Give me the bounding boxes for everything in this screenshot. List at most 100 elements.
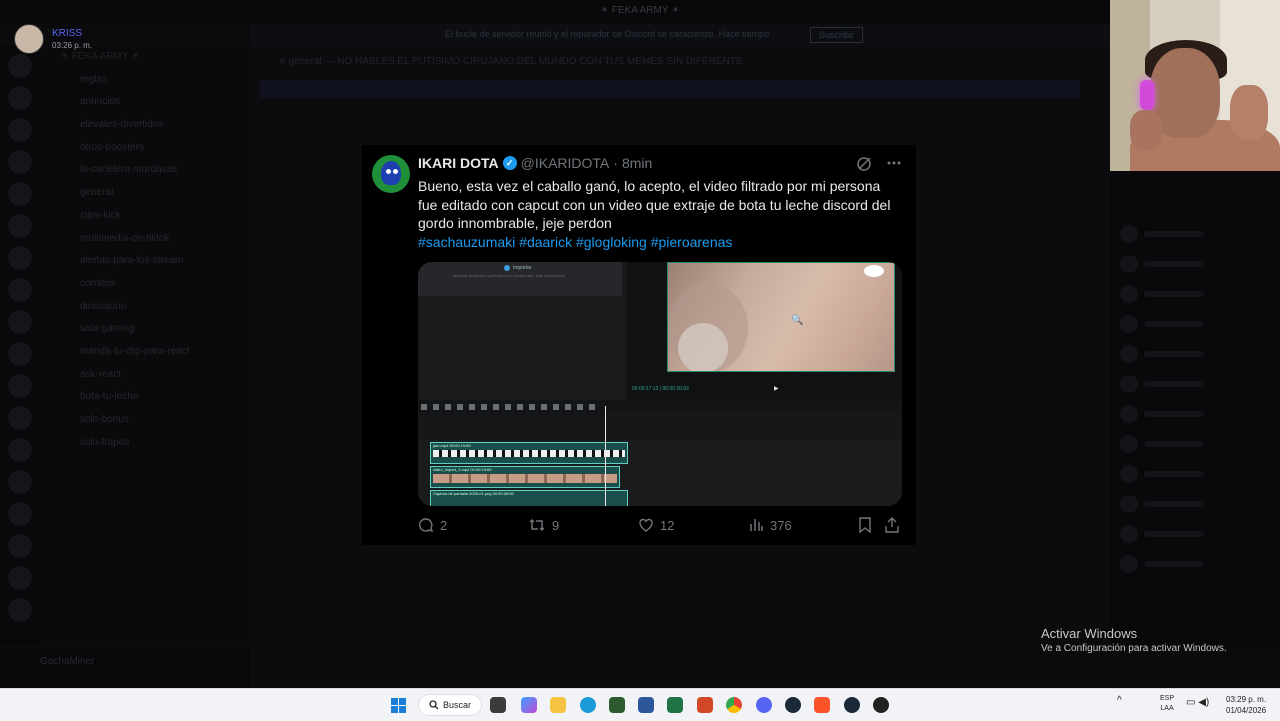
repost-button[interactable]: 9 bbox=[528, 517, 559, 533]
grok-icon[interactable] bbox=[856, 156, 871, 171]
channel-item[interactable]: corridos bbox=[40, 273, 250, 296]
member-item[interactable] bbox=[1120, 402, 1270, 426]
chrome-icon[interactable] bbox=[726, 697, 742, 713]
channel-item[interactable]: alertas-para-los-stream bbox=[40, 250, 250, 273]
server-icon[interactable] bbox=[8, 598, 32, 622]
chevron-up-icon[interactable]: ^ bbox=[1117, 695, 1122, 706]
powerpoint-icon[interactable] bbox=[697, 697, 713, 713]
author-handle[interactable]: @IKARIDOTA bbox=[521, 155, 610, 171]
task-view-icon[interactable] bbox=[490, 697, 506, 713]
channel-item[interactable]: multimedia-de-tiktok bbox=[40, 228, 250, 251]
tweet-time[interactable]: 8min bbox=[622, 155, 652, 171]
tweet-actions: 2 9 12 376 bbox=[418, 517, 902, 537]
channel-item[interactable]: reglas bbox=[40, 69, 250, 92]
app-icon[interactable] bbox=[609, 697, 625, 713]
member-item[interactable] bbox=[1120, 372, 1270, 396]
server-icon[interactable] bbox=[8, 150, 32, 174]
channel-item[interactable]: ask-react bbox=[40, 364, 250, 387]
server-icon[interactable] bbox=[8, 374, 32, 398]
channel-item[interactable]: clips-kick bbox=[40, 205, 250, 228]
bookmark-button[interactable] bbox=[858, 517, 872, 533]
channel-item[interactable]: bota-tu-leche bbox=[40, 386, 250, 409]
import-icon bbox=[504, 265, 510, 271]
channel-item[interactable]: otros-boosters bbox=[40, 137, 250, 160]
member-item[interactable] bbox=[1120, 522, 1270, 546]
notification-time: 03:26 p. m. bbox=[52, 41, 93, 50]
channel-item[interactable]: anuncios bbox=[40, 91, 250, 114]
like-count: 12 bbox=[660, 517, 675, 533]
server-icon[interactable] bbox=[8, 406, 32, 430]
author-name[interactable]: IKARI DOTA bbox=[418, 155, 499, 171]
start-windows-icon[interactable] bbox=[391, 698, 407, 714]
tray-icons[interactable]: ▭ ◀) bbox=[1186, 697, 1209, 708]
headset-icon bbox=[1140, 80, 1154, 110]
share-button[interactable] bbox=[884, 517, 900, 533]
server-icon[interactable] bbox=[8, 566, 32, 590]
avatar[interactable] bbox=[372, 155, 410, 193]
tweet-text: Bueno, esta vez el caballo ganó, lo acep… bbox=[418, 177, 902, 251]
brave-icon[interactable] bbox=[814, 697, 830, 713]
server-icon[interactable] bbox=[8, 118, 32, 142]
bookmark-icon bbox=[859, 517, 871, 533]
member-item[interactable] bbox=[1120, 342, 1270, 366]
file-explorer-icon[interactable] bbox=[550, 697, 566, 713]
tweet-media[interactable]: Importar Importar proyectos guardados y/… bbox=[418, 262, 902, 506]
server-icon[interactable] bbox=[8, 534, 32, 558]
word-icon[interactable] bbox=[638, 697, 654, 713]
server-icon[interactable] bbox=[8, 214, 32, 238]
clock[interactable]: 03:29 p. m. 01/04/2026 bbox=[1226, 694, 1266, 716]
copilot-icon[interactable] bbox=[521, 697, 537, 713]
server-icon[interactable] bbox=[8, 310, 32, 334]
server-icon[interactable] bbox=[8, 470, 32, 494]
channel-item[interactable]: elevates-divertidos bbox=[40, 114, 250, 137]
channel-item[interactable]: sala-gaming bbox=[40, 318, 250, 341]
tweet-hashtags[interactable]: #sachauzumaki #daarick #glogloking #pier… bbox=[418, 233, 902, 252]
channel-item[interactable]: manda-tu-clip-para-react bbox=[40, 341, 250, 364]
steam-icon[interactable] bbox=[785, 697, 801, 713]
server-icon[interactable] bbox=[8, 502, 32, 526]
tweet-card[interactable]: IKARI DOTA ✓ @IKARIDOTA · 8min Bueno, es… bbox=[362, 145, 916, 545]
server-icon[interactable] bbox=[8, 342, 32, 366]
member-item[interactable] bbox=[1120, 312, 1270, 336]
member-item[interactable] bbox=[1120, 432, 1270, 456]
app-icon[interactable] bbox=[873, 697, 889, 713]
more-icon[interactable] bbox=[886, 155, 902, 171]
notification[interactable]: KRISS 03:26 p. m. bbox=[14, 24, 92, 54]
language-indicator[interactable]: ESP LAA bbox=[1160, 694, 1174, 714]
server-icon[interactable] bbox=[8, 86, 32, 110]
channel-item[interactable]: general bbox=[40, 182, 250, 205]
server-icon[interactable] bbox=[8, 246, 32, 270]
edge-icon[interactable] bbox=[580, 697, 596, 713]
member-item[interactable] bbox=[1120, 492, 1270, 516]
discord-icon[interactable] bbox=[756, 697, 772, 713]
member-item[interactable] bbox=[1120, 282, 1270, 306]
share-icon bbox=[885, 517, 899, 533]
timeline-toolbar bbox=[418, 400, 902, 412]
banner-button[interactable]: Suscribir bbox=[810, 27, 864, 43]
taskbar-search[interactable]: Buscar bbox=[418, 694, 482, 716]
member-item[interactable] bbox=[1120, 462, 1270, 486]
like-button[interactable]: 12 bbox=[638, 517, 674, 533]
notification-name: KRISS bbox=[52, 28, 83, 39]
channel-item[interactable]: la-cartelera-mordasas bbox=[40, 159, 250, 182]
server-icon[interactable] bbox=[8, 54, 32, 78]
reply-button[interactable]: 2 bbox=[418, 517, 447, 533]
member-item[interactable] bbox=[1120, 552, 1270, 576]
member-item[interactable] bbox=[1120, 222, 1270, 246]
server-icon[interactable] bbox=[8, 438, 32, 462]
channel-item[interactable]: solo-bonus bbox=[40, 409, 250, 432]
steam-icon[interactable] bbox=[844, 697, 860, 713]
server-icon[interactable] bbox=[8, 182, 32, 206]
channel-item[interactable]: dinosaurio bbox=[40, 296, 250, 319]
views-button[interactable]: 376 bbox=[748, 517, 792, 533]
member-item[interactable] bbox=[1120, 252, 1270, 276]
server-icon[interactable] bbox=[8, 278, 32, 302]
excel-icon[interactable] bbox=[667, 697, 683, 713]
channel-list: ☀ FEKA ARMY ☀ reglas anuncios elevates-d… bbox=[40, 46, 250, 646]
tweet-tools bbox=[856, 155, 902, 171]
new-messages-bar[interactable] bbox=[260, 80, 1080, 98]
channel-item[interactable]: solo-trapos bbox=[40, 432, 250, 455]
channel-header: # general — NO HABLES EL PUTÍSIMO CIRUJA… bbox=[280, 56, 743, 67]
play-icon: ▶ bbox=[774, 386, 779, 392]
timeline-ruler bbox=[418, 412, 902, 440]
